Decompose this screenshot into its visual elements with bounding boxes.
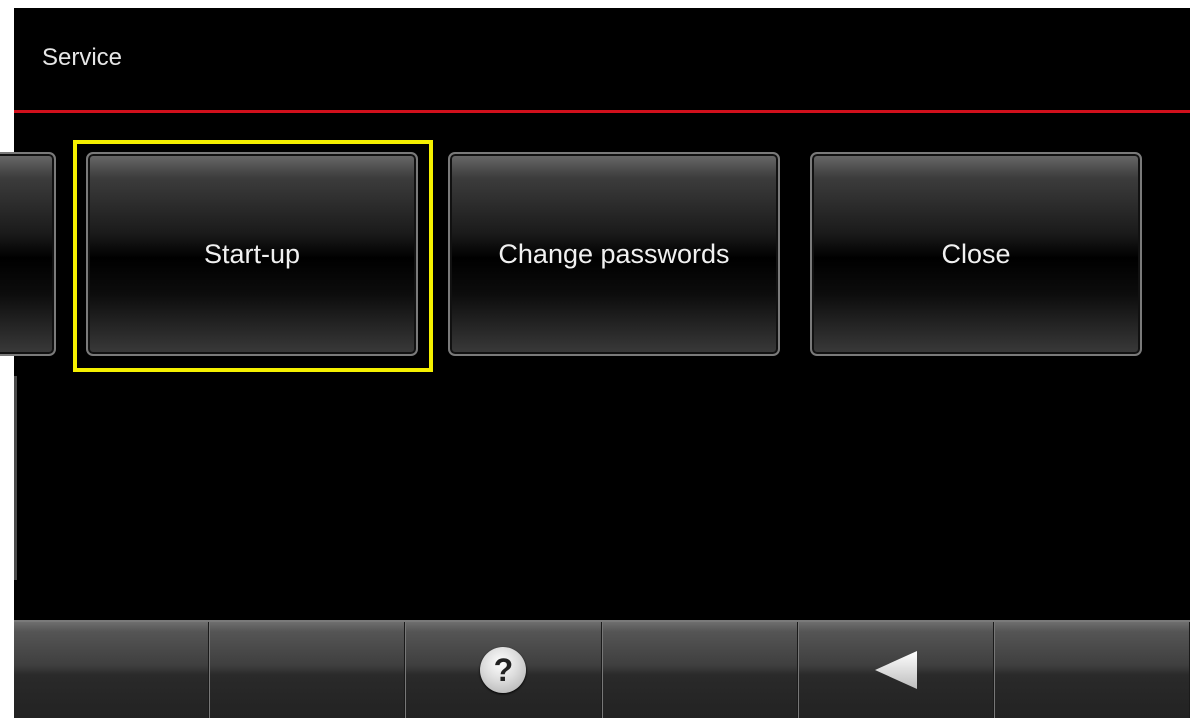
service-screen: Service Start-up Change passwords Close … <box>0 0 1190 718</box>
back-arrow-icon <box>873 649 919 691</box>
startup-button-label: Start-up <box>203 238 301 269</box>
close-button-label: Close <box>941 238 1011 269</box>
title-bar: Service <box>14 8 1190 110</box>
close-button[interactable]: Close <box>810 152 1142 356</box>
toolbar-slot-1[interactable] <box>14 622 210 718</box>
help-icon: ? <box>480 647 527 693</box>
toolbar-slot-4[interactable] <box>601 622 798 718</box>
screen-border-left <box>0 0 14 718</box>
help-icon-glyph: ? <box>493 651 514 688</box>
toolbar-slot-2[interactable] <box>209 622 406 718</box>
change-passwords-button-label: Change passwords <box>498 238 730 269</box>
toolbar-slot-6[interactable] <box>993 622 1190 718</box>
scroll-strip <box>14 376 17 580</box>
title-divider <box>14 110 1190 113</box>
screen-border-top <box>0 0 1190 8</box>
back-button[interactable] <box>797 622 994 718</box>
previous-button-partial[interactable] <box>0 152 56 356</box>
help-button[interactable]: ? <box>405 622 602 718</box>
startup-button[interactable]: Start-up <box>86 152 418 356</box>
bottom-toolbar: ? <box>14 620 1190 718</box>
page-title: Service <box>42 44 123 71</box>
change-passwords-button[interactable]: Change passwords <box>448 152 780 356</box>
